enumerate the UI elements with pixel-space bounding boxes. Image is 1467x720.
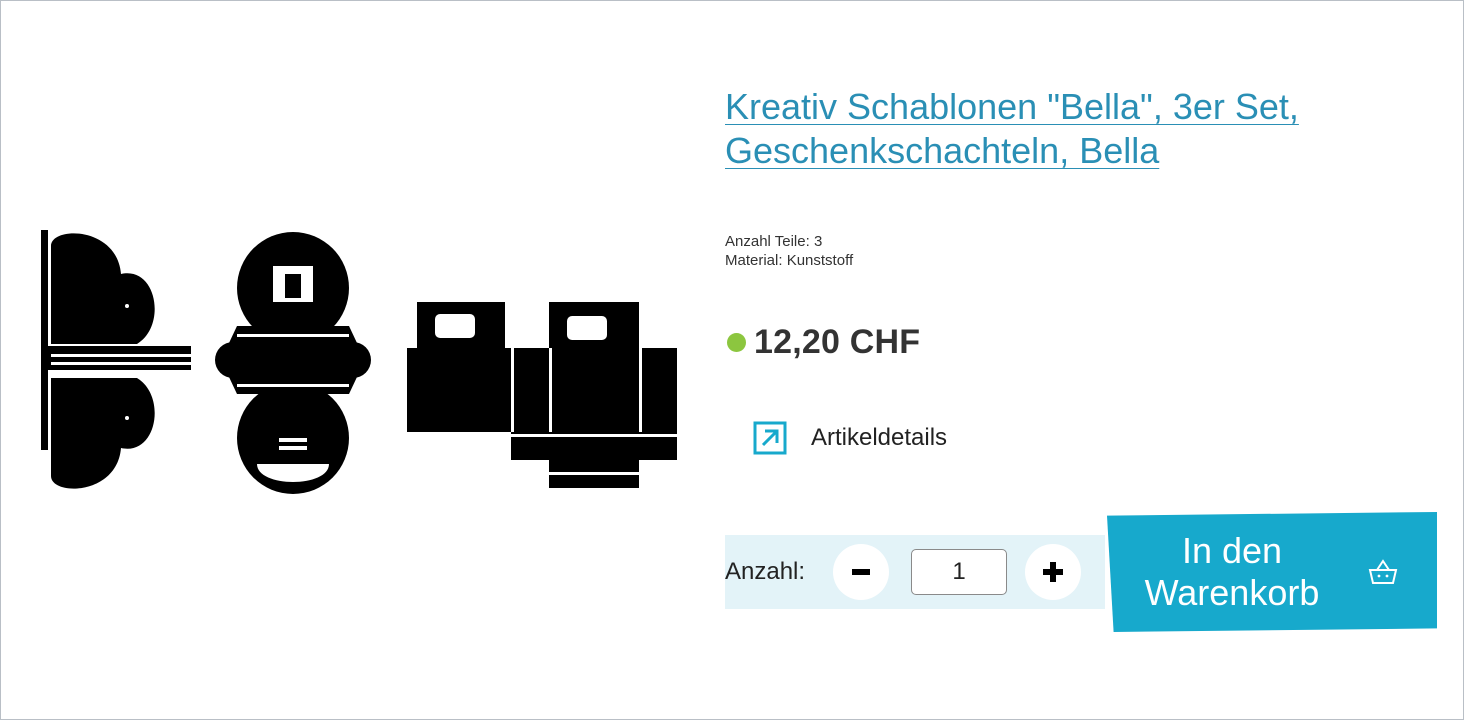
quantity-selector: Anzahl:: [725, 535, 1105, 609]
product-title-link[interactable]: Kreativ Schablonen "Bella", 3er Set, Ges…: [725, 86, 1299, 171]
basket-icon: [1368, 559, 1398, 584]
plus-icon: [1043, 562, 1063, 582]
product-title[interactable]: Kreativ Schablonen "Bella", 3er Set, Ges…: [725, 85, 1365, 173]
add-to-cart-button[interactable]: In den Warenkorb: [1107, 512, 1437, 632]
add-to-cart-label: In den Warenkorb: [1144, 530, 1320, 613]
decrease-quantity-button[interactable]: [833, 544, 889, 600]
increase-quantity-button[interactable]: [1025, 544, 1081, 600]
product-image[interactable]: [37, 226, 697, 506]
price-row: 12,20 CHF: [727, 323, 920, 362]
property-parts-value: 3: [813, 233, 823, 250]
product-price: 12,20 CHF: [754, 323, 921, 361]
article-details-link[interactable]: Artikeldetails: [753, 421, 947, 455]
external-link-arrow-icon: [753, 421, 787, 455]
product-properties: Anzahl Teile: 3 Material: Kunststoff: [725, 232, 853, 270]
minus-icon: [852, 569, 870, 575]
property-material: Material: Kunststoff: [725, 251, 853, 270]
property-parts: Anzahl Teile: 3: [725, 232, 853, 251]
quantity-input[interactable]: [911, 549, 1007, 595]
property-material-label: Material:: [725, 252, 783, 269]
template-heart-box: [41, 230, 191, 489]
availability-dot-icon: [727, 333, 746, 352]
template-round-box: [215, 232, 371, 494]
template-rect-box: [407, 302, 677, 488]
quantity-label: Anzahl:: [725, 558, 806, 585]
article-details-label: Artikeldetails: [811, 424, 948, 451]
property-material-value: Kunststoff: [786, 252, 854, 269]
product-card: Kreativ Schablonen "Bella", 3er Set, Ges…: [0, 0, 1464, 720]
property-parts-label: Anzahl Teile:: [725, 233, 810, 250]
